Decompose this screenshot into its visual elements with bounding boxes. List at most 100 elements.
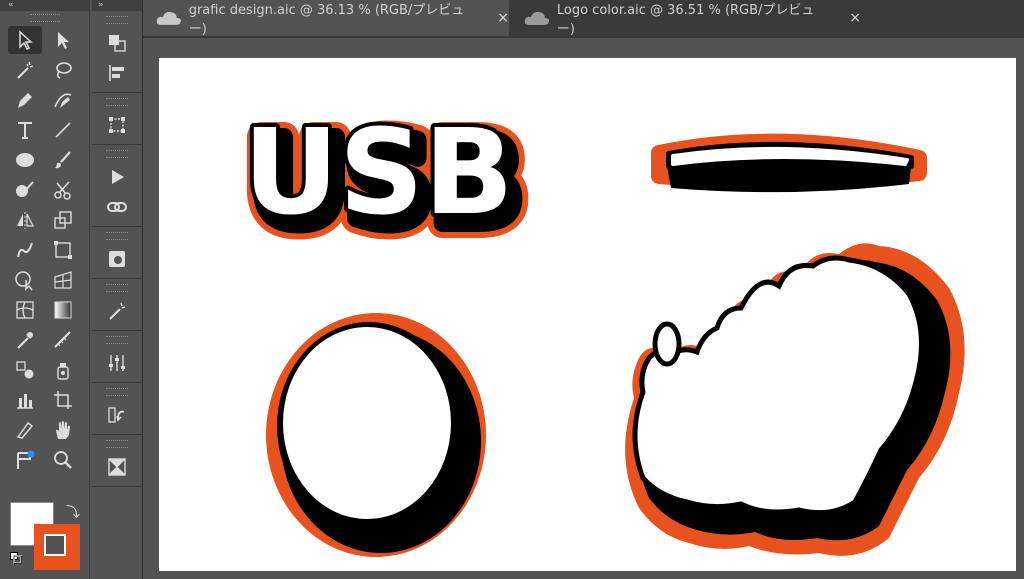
shape-builder-tool[interactable]	[8, 266, 42, 294]
tool-grid	[0, 26, 89, 476]
panel-grip[interactable]	[106, 232, 128, 240]
direct-selection-tool-icon	[58, 32, 69, 49]
panel-dock: »	[92, 0, 143, 579]
artboard-tool[interactable]	[46, 386, 80, 414]
stroke-color-swatch[interactable]	[34, 524, 80, 570]
panel-group-1	[92, 11, 142, 93]
dash-sticker[interactable]	[651, 133, 927, 193]
document-tab-logo-color[interactable]: Logo color.aic @ 36.51 % (RGB/プレビュー) ×	[511, 0, 861, 37]
panel-grip[interactable]	[106, 440, 128, 448]
navigator-icon	[108, 458, 126, 476]
usb-sticker[interactable]: USB USB USB USB	[236, 98, 537, 266]
pen-tool[interactable]	[8, 86, 42, 114]
shaper-tool-icon	[16, 181, 34, 197]
type-tool[interactable]	[8, 116, 42, 144]
panel-group-3	[92, 145, 142, 227]
panel-grip[interactable]	[106, 388, 128, 396]
mesh-tool-icon	[16, 301, 34, 319]
panel-grip[interactable]	[106, 284, 128, 292]
lasso-tool[interactable]	[46, 56, 80, 84]
tools-panel-collapse-button[interactable]: «	[0, 0, 89, 11]
close-tab-button[interactable]: ×	[497, 10, 509, 26]
mesh-tool[interactable]	[8, 296, 42, 324]
stroke-swatch-hole	[44, 534, 66, 556]
align-button[interactable]	[92, 58, 142, 88]
artwork: USB USB USB USB	[236, 98, 965, 557]
ellipse-tool-icon	[16, 153, 34, 167]
slice-tool[interactable]	[8, 416, 42, 444]
zoom-tool-icon	[54, 451, 72, 469]
image-trace-button[interactable]	[92, 244, 142, 274]
panel-group-7	[92, 383, 142, 435]
magic-wand-tool-icon	[17, 61, 34, 79]
hand-sticker[interactable]	[625, 243, 965, 556]
document-tab-grafic-design[interactable]: grafic design.aic @ 36.13 % (RGB/プレビュー) …	[143, 0, 509, 37]
symbol-sprayer-tool-icon	[57, 363, 69, 380]
zoom-tool[interactable]	[46, 446, 80, 474]
ellipse-tool[interactable]	[8, 146, 42, 174]
panel-group-5	[92, 279, 142, 331]
panel-grip[interactable]	[106, 150, 128, 158]
panel-group-6	[92, 331, 142, 383]
measure-tool[interactable]	[46, 326, 80, 354]
panel-grip[interactable]	[106, 336, 128, 344]
panel-dock-collapse-button[interactable]: »	[92, 0, 142, 11]
curvature-tool-icon	[54, 93, 72, 108]
shaper-tool[interactable]	[8, 176, 42, 204]
circle-sticker[interactable]	[266, 313, 486, 557]
warp-tool-icon	[17, 242, 33, 258]
fill-stroke-widget: ⤵	[8, 496, 88, 576]
artboard-tool-icon	[54, 391, 72, 409]
magic-wand-tool[interactable]	[8, 56, 42, 84]
panel-grip[interactable]	[106, 16, 128, 24]
warp-tool[interactable]	[8, 236, 42, 264]
pathfinder-icon	[109, 35, 126, 52]
line-segment-tool[interactable]	[46, 116, 80, 144]
scale-tool-icon	[54, 211, 72, 229]
gradient-tool[interactable]	[46, 296, 80, 324]
blend-tool[interactable]	[8, 356, 42, 384]
magic-wand-panel-icon	[109, 302, 126, 320]
curvature-tool[interactable]	[46, 86, 80, 114]
pen-tool-icon	[18, 93, 32, 108]
panel-group-4	[92, 227, 142, 279]
artboard[interactable]: USB USB USB USB	[159, 58, 1016, 571]
puppet-warp-tool[interactable]	[8, 446, 42, 474]
properties-sliders-button[interactable]	[92, 348, 142, 378]
paintbrush-tool[interactable]	[46, 146, 80, 174]
properties-sliders-icon	[109, 355, 125, 371]
shape-builder-tool-icon	[15, 271, 33, 291]
reflect-tool[interactable]	[8, 206, 42, 234]
actions-icon	[112, 170, 124, 184]
symbol-sprayer-tool[interactable]	[46, 356, 80, 384]
close-tab-button[interactable]: ×	[849, 10, 861, 26]
pathfinder-button[interactable]	[92, 28, 142, 58]
free-transform-tool[interactable]	[46, 236, 80, 264]
cloud-document-icon	[156, 11, 181, 25]
navigator-button[interactable]	[92, 452, 142, 482]
paintbrush-tool-icon	[55, 151, 71, 169]
scissors-tool-icon	[54, 181, 71, 200]
slice-tool-icon	[16, 421, 34, 439]
actions-button[interactable]	[92, 162, 142, 192]
default-fill-stroke-icon[interactable]	[10, 552, 22, 564]
hand-tool[interactable]	[46, 416, 80, 444]
panel-grip[interactable]	[106, 98, 128, 106]
links-button[interactable]	[92, 192, 142, 222]
panel-group-2	[92, 93, 142, 145]
hand-tool-icon	[56, 421, 70, 439]
perspective-grid-tool[interactable]	[46, 266, 80, 294]
tools-panel-grip[interactable]	[29, 14, 60, 22]
gradient-tool-icon	[54, 301, 72, 319]
magic-wand-panel-button[interactable]	[92, 296, 142, 326]
history-button[interactable]	[92, 400, 142, 430]
eyedropper-tool[interactable]	[8, 326, 42, 354]
direct-selection-tool[interactable]	[46, 26, 80, 54]
transform-button[interactable]	[92, 110, 142, 140]
selection-tool[interactable]	[8, 26, 42, 54]
column-graph-tool[interactable]	[8, 386, 42, 414]
line-segment-tool-icon	[55, 122, 71, 138]
scissors-tool[interactable]	[46, 176, 80, 204]
scale-tool[interactable]	[46, 206, 80, 234]
swap-fill-stroke-icon[interactable]: ⤵	[66, 502, 80, 522]
